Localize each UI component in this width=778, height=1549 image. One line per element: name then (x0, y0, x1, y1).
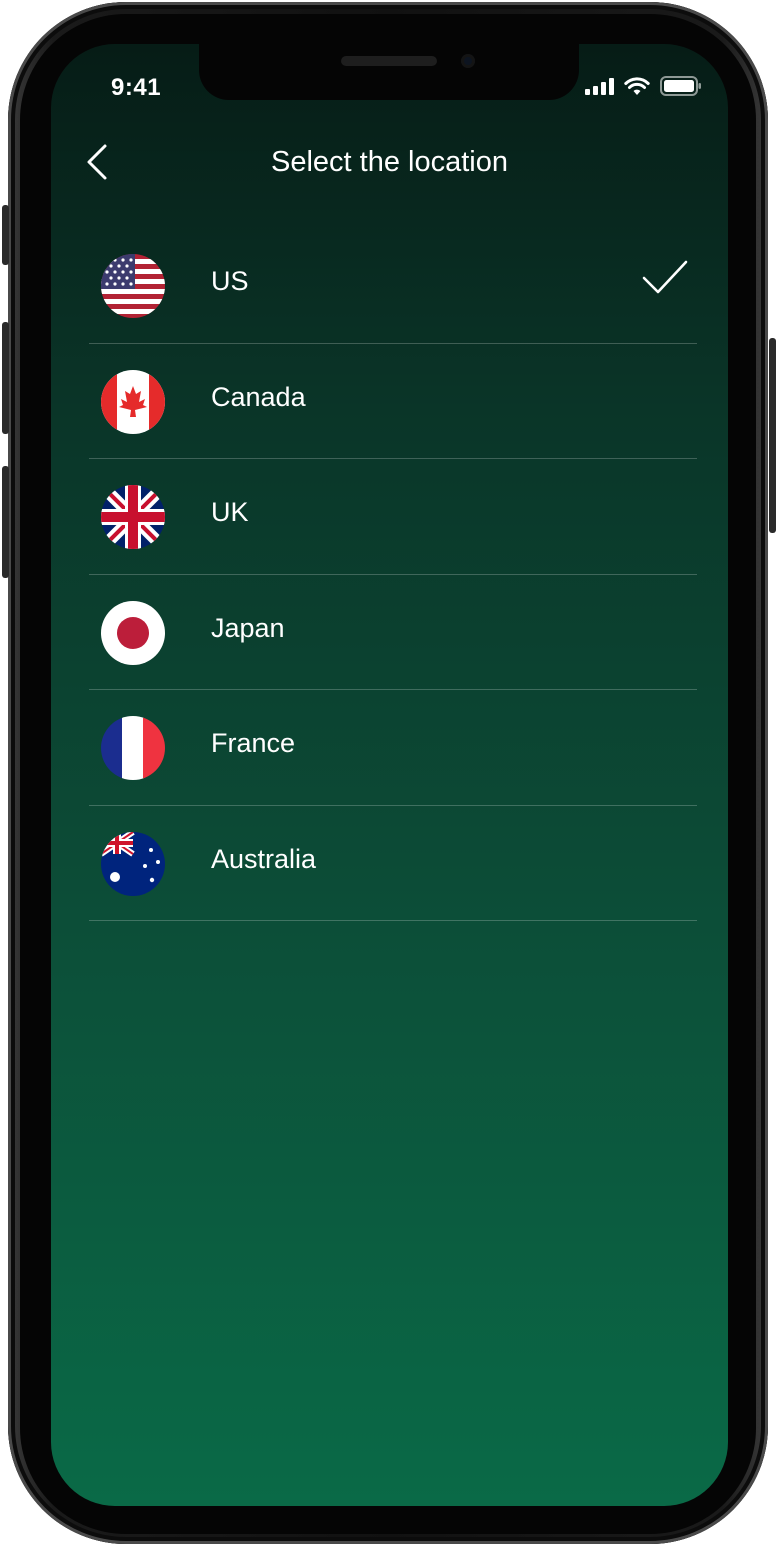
location-list: US Canada UK Japan France Australia (89, 228, 697, 921)
canada-flag-icon (101, 369, 165, 434)
status-time: 9:41 (111, 74, 162, 101)
front-camera (461, 54, 475, 68)
australia-flag-icon (101, 831, 165, 896)
power-button (769, 338, 776, 533)
checkmark-icon (642, 260, 688, 294)
location-label: Japan (211, 612, 285, 643)
battery-icon (660, 76, 701, 96)
location-label: US (211, 266, 249, 296)
location-item-australia[interactable]: Australia (89, 806, 697, 921)
page-title: Select the location (271, 146, 508, 178)
uk-flag-icon (101, 485, 165, 549)
france-flag-icon (101, 716, 165, 780)
us-flag-icon (101, 254, 165, 318)
location-label: Canada (211, 381, 306, 412)
cellular-signal-icon (585, 77, 614, 95)
volume-up-button (2, 322, 9, 434)
wifi-icon (624, 76, 650, 95)
app-screen: 9:41 Select the location US Canada UK Ja… (51, 44, 728, 1506)
location-label: UK (211, 497, 249, 527)
location-item-japan[interactable]: Japan (89, 575, 697, 690)
location-label: France (211, 728, 296, 758)
volume-down-button (2, 466, 9, 578)
japan-flag-icon (101, 600, 165, 665)
location-item-canada[interactable]: Canada (89, 344, 697, 459)
location-item-uk[interactable]: UK (89, 459, 697, 575)
silent-switch (2, 205, 9, 265)
location-label: Australia (211, 843, 317, 874)
status-icons (585, 76, 702, 96)
earpiece-speaker (341, 56, 437, 66)
location-item-us[interactable]: US (89, 228, 697, 344)
notch (199, 44, 579, 100)
location-item-france[interactable]: France (89, 690, 697, 806)
